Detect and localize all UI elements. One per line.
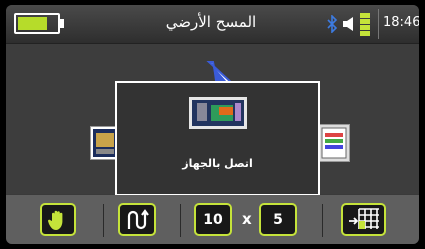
toolbar-divider xyxy=(322,204,323,237)
header-divider xyxy=(378,9,379,39)
scan-path-button[interactable] xyxy=(118,203,156,236)
grid-settings-button[interactable] xyxy=(341,203,386,236)
battery-tip xyxy=(60,19,64,28)
manual-mode-button[interactable] xyxy=(40,203,76,236)
hand-icon xyxy=(47,210,63,230)
grid-separator: x xyxy=(242,210,252,228)
main-area: اتصل بالجهاز xyxy=(6,44,419,196)
app-window: المسح الأرضي 18:46 اتصل بالجهاز 10 x 5 xyxy=(6,5,419,244)
footer-toolbar: 10 x 5 xyxy=(6,195,419,244)
bluetooth-icon xyxy=(327,15,338,33)
grid-settings-icon xyxy=(348,207,379,229)
table-view-icon xyxy=(321,127,347,159)
toolbar-divider xyxy=(180,204,181,237)
battery-icon xyxy=(14,13,60,34)
connect-dialog[interactable]: اتصل بالجهاز xyxy=(115,81,320,196)
signal-icon xyxy=(360,13,370,36)
clock: 18:46 xyxy=(383,15,419,30)
carousel-item-right[interactable] xyxy=(318,124,350,162)
header-bar: المسح الأرضي 18:46 xyxy=(6,5,419,44)
battery-level xyxy=(18,17,47,30)
scan-path-icon xyxy=(127,208,149,229)
device-connect-icon xyxy=(189,97,247,129)
page-title: المسح الأرضي xyxy=(165,13,257,31)
speaker-icon xyxy=(343,17,353,31)
grid-x-input[interactable]: 10 xyxy=(194,203,232,236)
grid-y-input[interactable]: 5 xyxy=(259,203,297,236)
dialog-message: اتصل بالجهاز xyxy=(182,157,253,170)
toolbar-divider xyxy=(103,204,104,237)
